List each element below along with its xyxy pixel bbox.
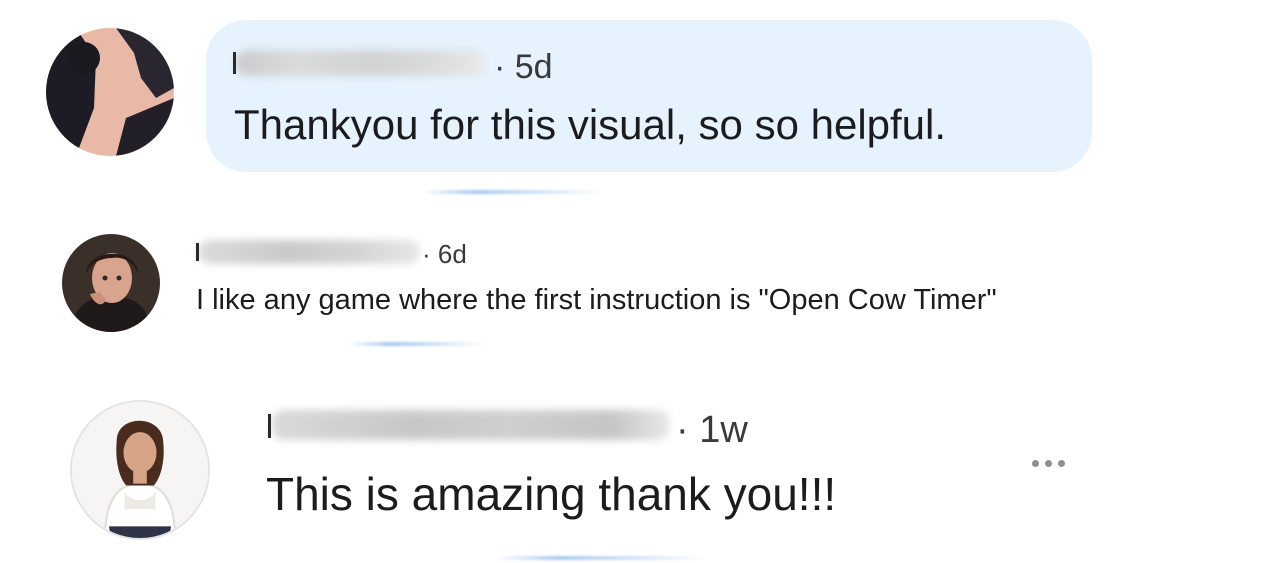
reply-action[interactable] <box>422 190 602 194</box>
commenter-avatar[interactable] <box>46 28 174 156</box>
comment-text: This is amazing thank you!!! <box>266 468 837 520</box>
commenter-avatar[interactable] <box>70 400 210 540</box>
comment-text: Thankyou for this visual, so so helpful. <box>234 101 947 148</box>
commenter-avatar[interactable] <box>62 234 160 332</box>
woman-white-sweater-avatar <box>72 402 208 538</box>
comment-thread: · 5d Thankyou for this visual, so so hel… <box>0 0 1264 563</box>
comment-timestamp: · 5d <box>494 48 553 86</box>
reply-action[interactable] <box>348 342 488 346</box>
name-redaction-edge <box>268 414 271 438</box>
dark-silhouette-avatar <box>46 28 174 156</box>
more-options-button[interactable] <box>1018 448 1078 478</box>
more-horizontal-icon <box>1044 459 1052 467</box>
more-horizontal-icon <box>1031 459 1039 467</box>
commenter-name[interactable] <box>236 50 486 76</box>
comment-text: I like any game where the first instruct… <box>196 284 997 316</box>
commenter-name[interactable] <box>198 240 420 264</box>
comment-timestamp: · 6d <box>422 239 467 269</box>
name-redaction-edge <box>196 243 199 261</box>
comment-timestamp: · 1w <box>676 409 748 451</box>
woman-portrait-avatar <box>62 234 160 332</box>
more-horizontal-icon <box>1057 459 1065 467</box>
name-redaction-edge <box>233 52 236 74</box>
commenter-name[interactable] <box>272 410 670 440</box>
reply-action[interactable] <box>496 556 706 560</box>
